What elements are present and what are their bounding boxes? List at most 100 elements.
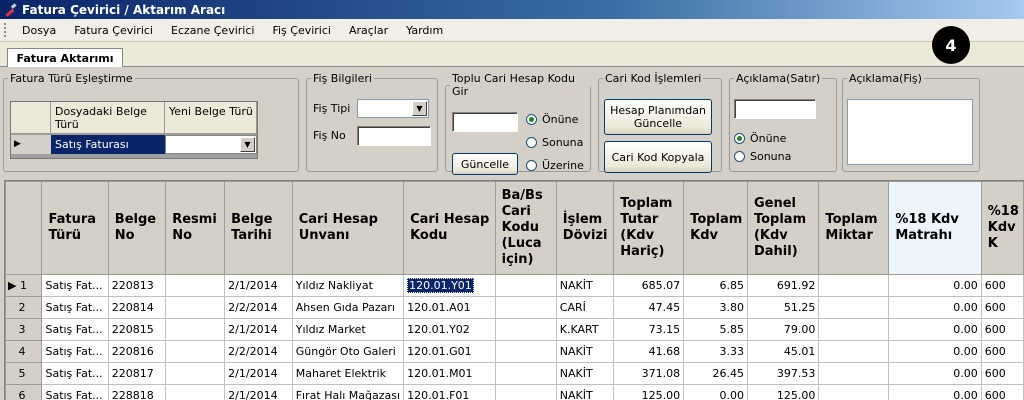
cell-dosyadaki-belge-turu[interactable]: Satış Faturası — [51, 135, 165, 154]
cari-kod-kopyala-button[interactable]: Cari Kod Kopyala — [604, 141, 712, 173]
cell-kod[interactable]: 120.01.F01 — [403, 384, 496, 400]
cell-genel[interactable]: 397.53 — [746, 362, 820, 385]
cell-kod[interactable]: 120.01.M01 — [403, 362, 496, 385]
cell-matrah[interactable]: 0.00 — [888, 384, 982, 400]
cell-genel[interactable]: 79.00 — [746, 318, 820, 341]
row-header[interactable]: ▶ 1 — [5, 274, 43, 297]
cell-babs[interactable] — [494, 362, 557, 385]
cell-tutar[interactable]: 371.08 — [613, 362, 685, 385]
cell-belge[interactable]: 220813 — [107, 274, 167, 297]
radio-toplu-sonuna[interactable]: Sonuna — [526, 136, 583, 149]
cell-matrah[interactable]: 0.00 — [888, 318, 982, 341]
col-cari-hesap-unvani[interactable]: Cari Hesap Unvanı — [291, 181, 405, 275]
cell-kdv[interactable]: 3.33 — [683, 340, 748, 363]
cell-unvan[interactable]: Güngör Oto Galeri — [291, 340, 405, 363]
cell-babs[interactable] — [494, 318, 557, 341]
cell-resmi[interactable] — [165, 384, 226, 400]
cell-miktar[interactable] — [818, 384, 890, 400]
cell-kdv[interactable]: 6.85 — [683, 274, 748, 297]
row-header[interactable]: 4 — [5, 340, 43, 363]
menu-araclar[interactable]: Araçlar — [340, 24, 397, 37]
menu-fatura-cevirici[interactable]: Fatura Çevirici — [65, 24, 162, 37]
cell-k18[interactable]: 600 — [980, 340, 1024, 363]
aciklama-fis-textarea[interactable] — [847, 99, 973, 165]
cell-belge[interactable]: 220814 — [107, 296, 167, 319]
cell-kod[interactable]: 120.01.G01 — [403, 340, 496, 363]
cell-tutar[interactable]: 47.45 — [613, 296, 685, 319]
col-toplam-kdv[interactable]: Toplam Kdv — [683, 181, 748, 275]
cell-belge[interactable]: 220817 — [107, 362, 167, 385]
cell-matrah[interactable]: 0.00 — [888, 340, 982, 363]
row-header[interactable]: 2 — [5, 296, 43, 319]
cell-kod[interactable]: 120.01.Y02 — [403, 318, 496, 341]
cell-tur[interactable]: Satış Fat... — [41, 274, 109, 297]
cell-tur[interactable]: Satış Fat... — [41, 340, 109, 363]
fis-tipi-select[interactable]: ▼ — [357, 99, 429, 118]
cell-tarih[interactable]: 2/1/2014 — [224, 274, 293, 297]
cell-resmi[interactable] — [165, 296, 226, 319]
cell-resmi[interactable] — [165, 318, 226, 341]
yeni-belge-turu-select[interactable]: ▼ — [165, 135, 257, 154]
cell-kod[interactable]: 120.01.A01 — [403, 296, 496, 319]
cell-matrah[interactable]: 0.00 — [888, 296, 982, 319]
fis-no-input[interactable] — [357, 126, 431, 146]
chevron-down-icon[interactable]: ▼ — [412, 101, 427, 116]
cell-kod[interactable]: 120.01.Y01 — [403, 274, 496, 297]
cell-tur[interactable]: Satış Fat... — [41, 296, 109, 319]
radio-satir-sonuna[interactable]: Sonuna — [734, 150, 791, 163]
cell-belge[interactable]: 220816 — [107, 340, 167, 363]
cell-babs[interactable] — [494, 340, 557, 363]
cell-unvan[interactable]: Ahsen Gıda Pazarı — [291, 296, 405, 319]
menu-fis-cevirici[interactable]: Fiş Çevirici — [263, 24, 340, 37]
col-cari-hesap-kodu[interactable]: Cari Hesap Kodu — [403, 181, 496, 275]
cell-k18[interactable]: 600 — [980, 296, 1024, 319]
col-resmi-no[interactable]: Resmi No — [165, 181, 226, 275]
selected-cell-value[interactable]: 120.01.Y01 — [407, 278, 474, 293]
cell-miktar[interactable] — [818, 318, 890, 341]
cell-doviz[interactable]: CARİ — [555, 296, 615, 319]
cell-doviz[interactable]: K.KART — [555, 318, 615, 341]
cell-tur[interactable]: Satış Fat... — [41, 384, 109, 400]
table-row[interactable]: ▶ 1 Satış Fat... 220813 2/1/2014 Yıldız Nakl… — [5, 274, 1024, 297]
cell-tarih[interactable]: 2/2/2014 — [224, 340, 293, 363]
cell-unvan[interactable]: Yıldız Nakliyat — [291, 274, 405, 297]
table-row[interactable]: 5 Satış Fat... 220817 2/1/2014 Maharet Elekt… — [5, 362, 1024, 385]
cell-doviz[interactable]: NAKİT — [555, 274, 615, 297]
col-kdv18-matrahi[interactable]: %18 Kdv Matrahı — [888, 181, 982, 275]
cell-unvan[interactable]: Fırat Halı Mağazası — [291, 384, 405, 400]
cell-tutar[interactable]: 41.68 — [613, 340, 685, 363]
hesap-planimdan-guncelle-button[interactable]: Hesap Planımdan Güncelle — [604, 99, 712, 135]
fatura-turu-grid[interactable]: Dosyadaki Belge Türü Yeni Belge Türü ▶ S… — [10, 101, 258, 159]
cell-babs[interactable] — [494, 274, 557, 297]
cell-miktar[interactable] — [818, 340, 890, 363]
toplu-cari-kod-input[interactable] — [452, 112, 518, 132]
cell-tarih[interactable]: 2/2/2014 — [224, 296, 293, 319]
cell-genel[interactable]: 45.01 — [746, 340, 820, 363]
cell-babs[interactable] — [494, 384, 557, 400]
cell-genel[interactable]: 691.92 — [746, 274, 820, 297]
tab-fatura-aktarimi[interactable]: Fatura Aktarımı — [7, 48, 123, 67]
cell-tur[interactable]: Satış Fat... — [41, 318, 109, 341]
menu-dosya[interactable]: Dosya — [13, 24, 65, 37]
radio-satir-onune[interactable]: Önüne — [734, 132, 786, 145]
table-row[interactable]: 6 Satış Fat... 228818 2/1/2014 Fırat Halı Ma… — [5, 384, 1024, 400]
cell-miktar[interactable] — [818, 362, 890, 385]
col-fatura-turu[interactable]: Fatura Türü — [41, 181, 109, 275]
menu-yardim[interactable]: Yardım — [397, 24, 452, 37]
cell-k18[interactable]: 600 — [980, 274, 1024, 297]
col-islem-dovizi[interactable]: İşlem Dövizi — [555, 181, 615, 275]
cell-resmi[interactable] — [165, 362, 226, 385]
cell-k18[interactable]: 600 — [980, 362, 1024, 385]
cell-miktar[interactable] — [818, 296, 890, 319]
cell-kdv[interactable]: 3.80 — [683, 296, 748, 319]
cell-kdv[interactable]: 0.00 — [683, 384, 748, 400]
cell-tarih[interactable]: 2/1/2014 — [224, 318, 293, 341]
cell-genel[interactable]: 51.25 — [746, 296, 820, 319]
radio-toplu-onune[interactable]: Önüne — [526, 113, 578, 126]
cell-genel[interactable]: 125.00 — [746, 384, 820, 400]
cell-k18[interactable]: 600 — [980, 384, 1024, 400]
table-row[interactable]: 2 Satış Fat... 220814 2/2/2014 Ahsen Gıda Pa… — [5, 296, 1024, 319]
cell-doviz[interactable]: NAKİT — [555, 340, 615, 363]
menu-eczane-cevirici[interactable]: Eczane Çevirici — [162, 24, 263, 37]
col-toplam-tutar[interactable]: Toplam Tutar (Kdv Hariç) — [613, 181, 685, 275]
